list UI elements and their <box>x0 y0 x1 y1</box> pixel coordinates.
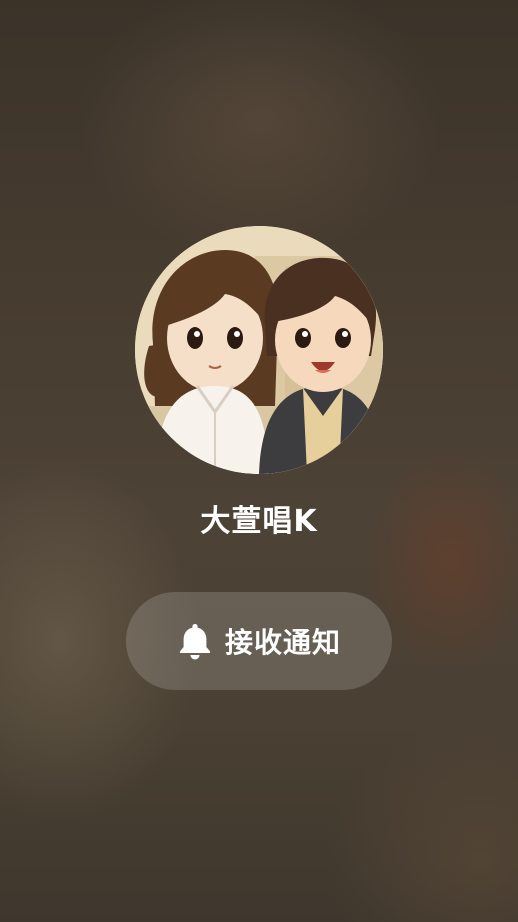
username: 大萱唱K <box>200 504 318 539</box>
receive-notification-label: 接收通知 <box>224 626 341 659</box>
live-room-screen: 大萱唱K 接收通知 <box>0 0 518 922</box>
receive-notification-button[interactable]: 接收通知 <box>126 592 392 690</box>
bell-icon <box>179 624 210 660</box>
avatar-illustration <box>135 226 383 474</box>
avatar[interactable] <box>135 226 383 474</box>
